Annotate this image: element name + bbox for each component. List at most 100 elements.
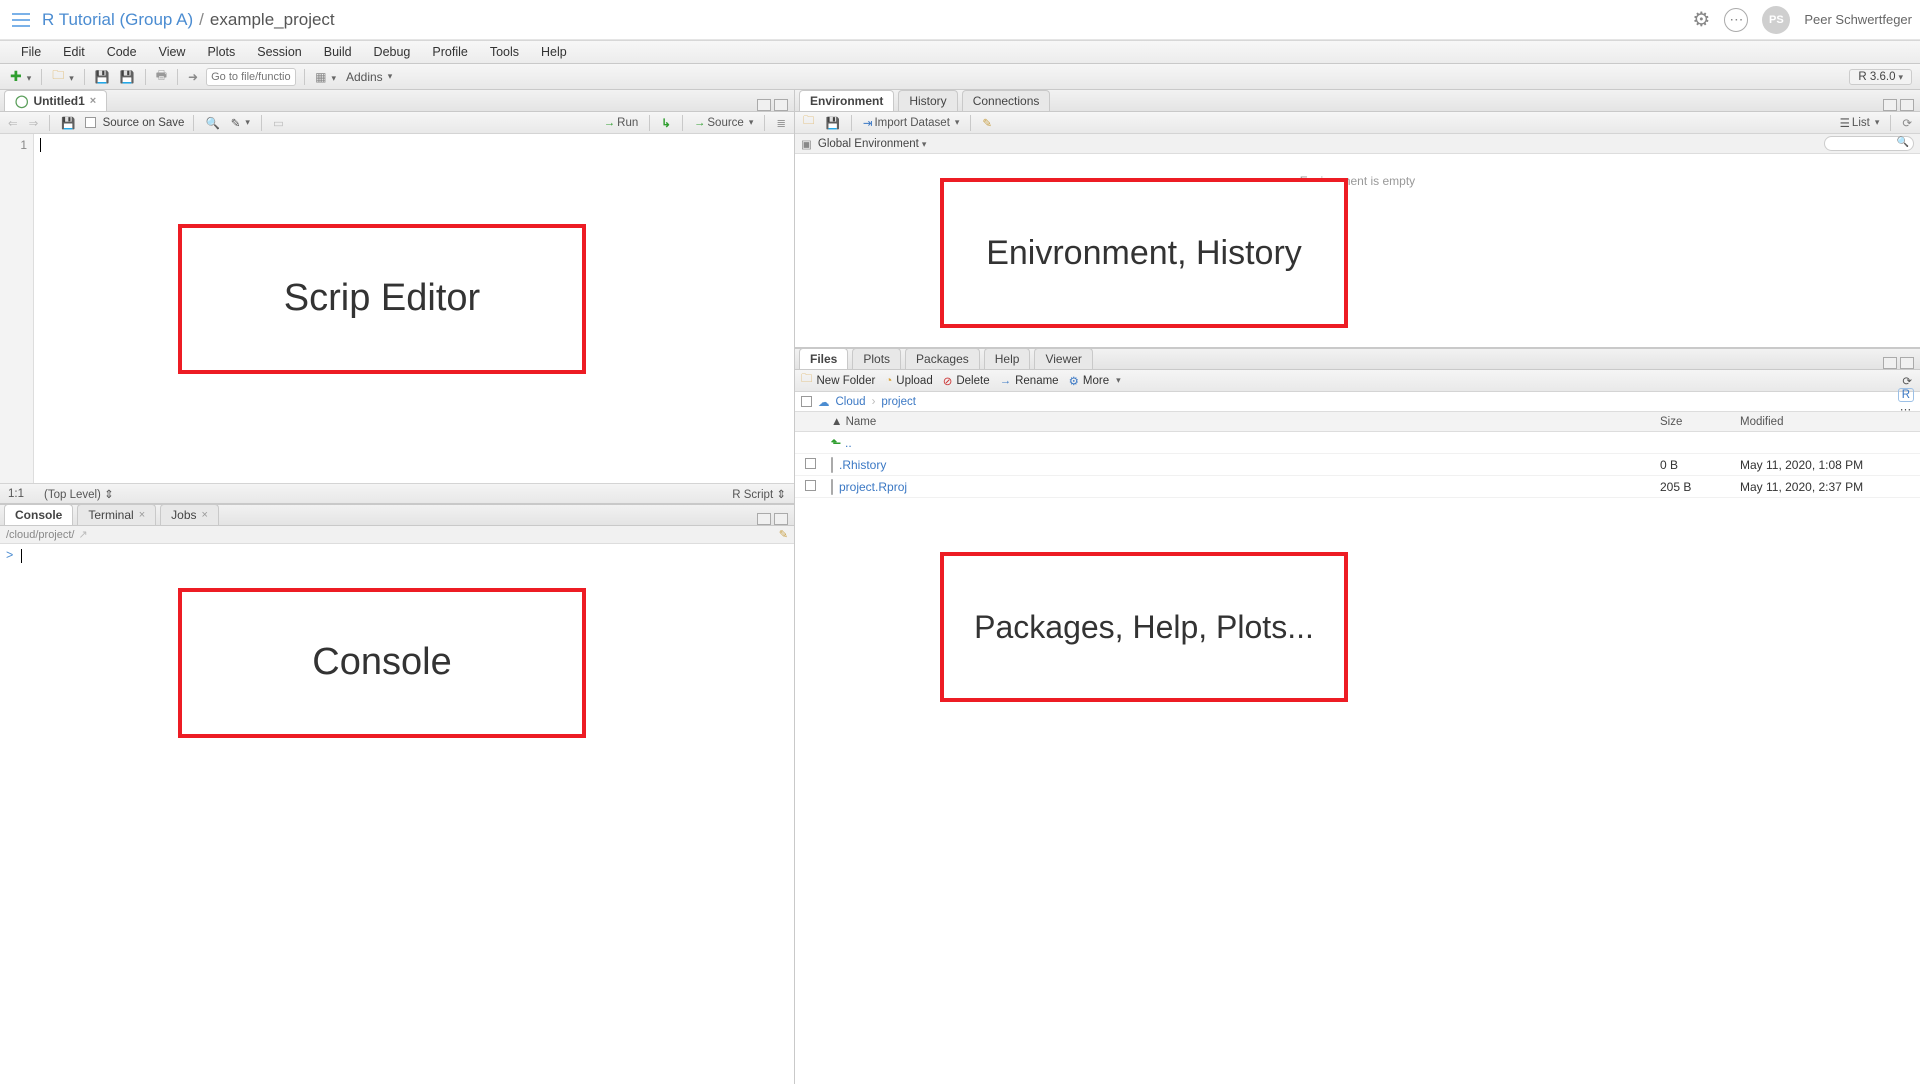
tab-plots[interactable]: Plots [852, 348, 901, 369]
minimize-files-icon[interactable] [1883, 357, 1897, 369]
menu-help[interactable]: Help [530, 45, 578, 59]
load-workspace-icon[interactable]: 🗀 [801, 113, 817, 132]
tab-history[interactable]: History [898, 90, 957, 111]
delete-button[interactable]: ⊘Delete [943, 374, 990, 388]
tab-jobs[interactable]: Jobs× [160, 504, 219, 525]
tab-environment[interactable]: Environment [799, 90, 894, 111]
close-terminal-icon[interactable]: × [139, 509, 145, 521]
env-search-input[interactable]: 🔍 [1824, 136, 1914, 151]
source-button[interactable]: →Source [692, 117, 755, 129]
close-jobs-icon[interactable]: × [202, 509, 208, 521]
save-all-button[interactable]: 💾 [118, 70, 137, 84]
addins-dropdown[interactable]: Addins [344, 70, 394, 84]
env-toolbar: 🗀 💾 ⇥ Import Dataset ✎ ☰ List ⟳ [795, 112, 1920, 134]
menu-toggle-icon[interactable] [12, 13, 30, 27]
save-source-icon[interactable]: 💾 [59, 116, 77, 130]
close-tab-icon[interactable]: × [90, 95, 96, 107]
forward-icon[interactable]: ⇒ [27, 116, 41, 130]
lang-selector[interactable]: R Script [732, 489, 773, 501]
menu-plots[interactable]: Plots [196, 45, 246, 59]
user-name: Peer Schwertfeger [1804, 12, 1912, 27]
editor-status: 1:1 (Top Level) ⇕ R Script ⇕ [0, 483, 794, 503]
crumb-project[interactable]: project [881, 396, 916, 408]
new-folder-button[interactable]: 🗀New Folder [801, 371, 875, 390]
console-tabs: Console Terminal× Jobs× [0, 504, 794, 526]
back-icon[interactable]: ⇐ [6, 116, 20, 130]
tab-console[interactable]: Console [4, 504, 73, 525]
more-icon[interactable]: ⋯ [1724, 8, 1748, 32]
open-project-button[interactable]: 🗀 [50, 66, 76, 87]
tab-help[interactable]: Help [984, 348, 1031, 369]
crumb-cloud[interactable]: Cloud [836, 396, 866, 408]
tab-connections[interactable]: Connections [962, 90, 1051, 111]
report-icon[interactable]: ▭ [271, 116, 286, 130]
r-icon[interactable]: R [1898, 388, 1914, 402]
refresh-files-icon[interactable]: ⟳ [1900, 374, 1914, 388]
run-button[interactable]: →Run [602, 117, 641, 129]
menu-code[interactable]: Code [96, 45, 148, 59]
menu-edit[interactable]: Edit [52, 45, 96, 59]
tab-files[interactable]: Files [799, 348, 848, 369]
file-row-rproj[interactable]: project.Rproj 205 B May 11, 2020, 2:37 P… [795, 476, 1920, 498]
minimize-pane-icon[interactable] [757, 99, 771, 111]
env-scope-selector[interactable]: Global Environment [818, 138, 927, 150]
env-body: Environment is empty Enivronment, Histor… [795, 154, 1920, 347]
annotation-files: Packages, Help, Plots... [940, 552, 1348, 702]
import-dataset-button[interactable]: ⇥ Import Dataset [861, 116, 962, 130]
select-all-checkbox[interactable] [801, 396, 812, 407]
maximize-console-icon[interactable] [774, 513, 788, 525]
maximize-files-icon[interactable] [1900, 357, 1914, 369]
gear-icon[interactable]: ⚙ [1692, 7, 1710, 32]
file-row-rhistory[interactable]: .Rhistory 0 B May 11, 2020, 1:08 PM [795, 454, 1920, 476]
menu-profile[interactable]: Profile [421, 45, 478, 59]
maximize-pane-icon[interactable] [774, 99, 788, 111]
maximize-env-icon[interactable] [1900, 99, 1914, 111]
file-row-up[interactable]: ⬑.. [795, 432, 1920, 454]
goto-arrow-icon[interactable]: ➜ [186, 70, 200, 84]
file-checkbox[interactable] [805, 480, 816, 491]
clear-console-icon[interactable]: ✎ [779, 528, 788, 541]
tab-packages[interactable]: Packages [905, 348, 980, 369]
workspace-link[interactable]: R Tutorial (Group A) [42, 10, 193, 30]
r-version-selector[interactable]: R 3.6.0 [1849, 69, 1912, 85]
project-name: example_project [210, 10, 335, 30]
console-body[interactable]: > Console [0, 544, 794, 1084]
editor-body[interactable]: 1 Scrip Editor [0, 134, 794, 483]
wand-icon[interactable]: ✎ [229, 116, 252, 130]
goto-input[interactable] [206, 68, 296, 86]
save-workspace-icon[interactable]: 💾 [824, 116, 842, 130]
find-icon[interactable]: 🔍 [203, 116, 221, 130]
clear-env-icon[interactable]: ✎ [980, 116, 994, 130]
minimize-console-icon[interactable] [757, 513, 771, 525]
scope-selector[interactable]: (Top Level) ⇕ [44, 487, 114, 501]
minimize-env-icon[interactable] [1883, 99, 1897, 111]
file-checkbox[interactable] [805, 458, 816, 469]
menu-session[interactable]: Session [246, 45, 312, 59]
upload-button[interactable]: ◔Upload [885, 375, 932, 387]
source-tab-untitled1[interactable]: ◯ Untitled1 × [4, 90, 107, 111]
source-tabs: ◯ Untitled1 × [0, 90, 794, 112]
outline-icon[interactable]: ≣ [774, 116, 788, 130]
save-button[interactable]: 💾 [93, 70, 112, 84]
rename-button[interactable]: →Rename [1000, 375, 1059, 387]
list-view-button[interactable]: ☰ List [1838, 116, 1882, 130]
tab-viewer[interactable]: Viewer [1034, 348, 1092, 369]
files-breadcrumb: ☁ Cloud › project R ⋯ [795, 392, 1920, 412]
menu-debug[interactable]: Debug [363, 45, 422, 59]
source-on-save-checkbox[interactable] [85, 117, 96, 128]
refresh-env-icon[interactable]: ⟳ [1900, 116, 1914, 130]
grid-icon[interactable]: ▦ [313, 70, 338, 84]
env-scope-bar: ▣ Global Environment 🔍 [795, 134, 1920, 154]
menu-tools[interactable]: Tools [479, 45, 530, 59]
avatar[interactable]: PS [1762, 6, 1790, 34]
menu-file[interactable]: File [10, 45, 52, 59]
tab-terminal[interactable]: Terminal× [77, 504, 156, 525]
annotation-env: Enivronment, History [940, 178, 1348, 328]
rerun-icon[interactable]: ↳ [659, 116, 673, 130]
files-header: ▲ Name Size Modified [795, 412, 1920, 432]
new-file-button[interactable]: ✚ [8, 68, 33, 85]
menu-build[interactable]: Build [313, 45, 363, 59]
more-button[interactable]: ⚙More [1069, 374, 1121, 388]
print-button[interactable]: 🖶 [154, 66, 169, 87]
menu-view[interactable]: View [148, 45, 197, 59]
